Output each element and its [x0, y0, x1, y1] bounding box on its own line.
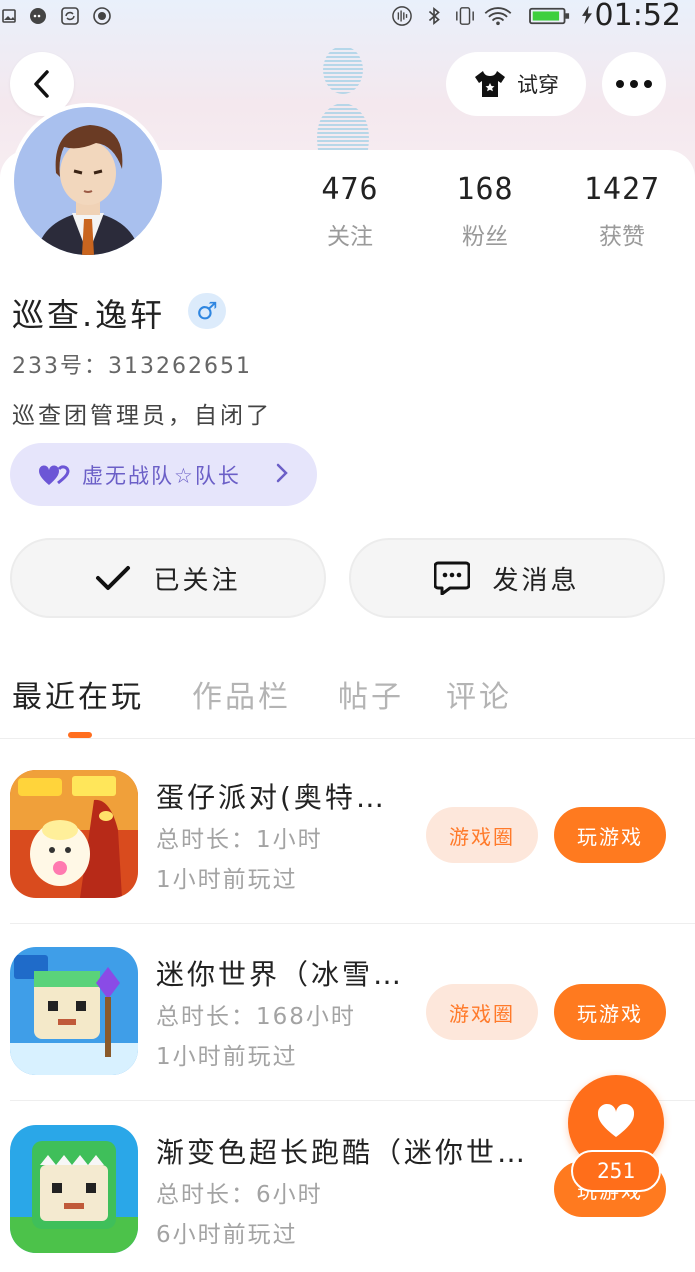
stat-fans[interactable]: 168 粉丝: [425, 172, 545, 251]
game-last-played: 1小时前玩过: [156, 867, 298, 893]
avatar-image: [14, 107, 162, 255]
stat-fans-label: 粉丝: [462, 224, 508, 250]
vibrate-icon: [456, 7, 474, 25]
chevron-left-icon: [34, 70, 49, 98]
game-duration: 总时长：168小时: [156, 1004, 356, 1030]
heart-icon: [597, 1103, 635, 1137]
team-badge-label: 虚无战队☆队长: [82, 463, 241, 488]
like-count: 251: [571, 1150, 661, 1192]
stat-fans-value: 168: [456, 172, 514, 207]
chevron-right-icon: [276, 463, 288, 483]
tab-recently-played[interactable]: 最近在玩: [12, 672, 144, 716]
game-circle-button[interactable]: 游戏圈: [426, 984, 538, 1040]
mini-world-parkour-icon: [10, 1125, 138, 1253]
user-id: 233号：313262651: [12, 354, 252, 379]
game-last-played: 1小时前玩过: [156, 1044, 298, 1070]
user-bio: 巡查团管理员，自闭了: [12, 403, 272, 429]
try-on-label: 试穿: [517, 73, 559, 97]
tab-comments[interactable]: 评论: [446, 672, 512, 716]
user-name: 巡查.逸轩: [12, 296, 166, 334]
status-bar: 01:52: [0, 0, 695, 34]
record-icon: [93, 7, 111, 25]
message-icon: [434, 561, 471, 595]
tab-posts[interactable]: 帖子: [338, 672, 404, 716]
send-message-label: 发消息: [492, 565, 580, 596]
tab-works[interactable]: 作品栏: [192, 672, 291, 716]
game-title: 渐变色超长跑酷（迷你世…: [156, 1136, 529, 1169]
charging-icon: [582, 5, 592, 25]
more-button[interactable]: [602, 52, 666, 116]
game-circle-button[interactable]: 游戏圈: [426, 807, 538, 863]
stat-following-label: 关注: [327, 224, 373, 250]
game-last-played: 6小时前玩过: [156, 1222, 298, 1248]
egg-party-icon: [10, 770, 138, 898]
stat-following-value: 476: [321, 172, 379, 207]
following-button[interactable]: 已关注: [10, 538, 326, 618]
battery-icon: [529, 7, 570, 25]
stat-likes-label: 获赞: [599, 224, 645, 250]
profile-tabs: 最近在玩 作品栏 帖子 评论: [0, 672, 695, 740]
avatar-hologram: [317, 46, 369, 150]
chat-bubble-icon: [30, 8, 46, 24]
following-label: 已关注: [153, 565, 241, 596]
avatar[interactable]: [10, 103, 166, 259]
row-divider: [10, 923, 695, 924]
game-item[interactable]: 蛋仔派对(奥特… 总时长：1小时 1小时前玩过 游戏圈 玩游戏: [0, 770, 695, 940]
game-title: 迷你世界（冰雪…: [156, 958, 405, 991]
check-icon: [96, 566, 131, 590]
bluetooth-icon: [428, 7, 440, 25]
try-on-button[interactable]: 试穿: [446, 52, 586, 116]
game-duration: 总时长：1小时: [156, 827, 323, 853]
team-badge[interactable]: 虚无战队☆队长: [10, 443, 317, 506]
mini-world-ice-icon: [10, 947, 138, 1075]
stat-likes[interactable]: 1427 获赞: [562, 172, 682, 251]
play-game-button[interactable]: 玩游戏: [554, 807, 666, 863]
sync-icon: [61, 7, 79, 25]
nfc-icon: [392, 6, 412, 26]
more-dots-icon: [616, 80, 652, 88]
send-message-button[interactable]: 发消息: [349, 538, 665, 618]
tabs-divider: [0, 738, 695, 739]
stat-likes-value: 1427: [583, 172, 661, 207]
wifi-icon: [484, 7, 512, 26]
male-icon: ♂: [188, 293, 226, 329]
stat-following[interactable]: 476 关注: [290, 172, 410, 251]
play-game-button[interactable]: 玩游戏: [554, 984, 666, 1040]
game-duration: 总时长：6小时: [156, 1182, 323, 1208]
gallery-icon: [2, 9, 16, 23]
clock: 01:52: [594, 0, 681, 33]
game-title: 蛋仔派对(奥特…: [156, 781, 387, 814]
shirt-icon: [475, 71, 505, 97]
double-heart-icon: [38, 464, 70, 485]
